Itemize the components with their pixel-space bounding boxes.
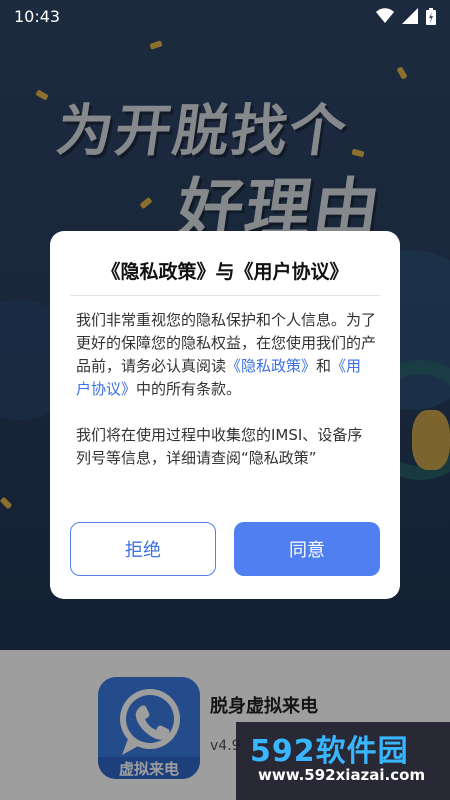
- signal-icon: [402, 8, 418, 24]
- para1-tail: 中的所有条款。: [136, 380, 242, 398]
- dialog-body: 我们非常重视您的隐私保护和个人信息。为了更好的保障您的隐私权益，在您使用我们的产…: [76, 309, 376, 493]
- status-icons: [376, 7, 436, 25]
- status-bar: 10:43: [0, 0, 450, 32]
- status-time: 10:43: [14, 6, 61, 26]
- agree-button[interactable]: 同意: [234, 522, 380, 576]
- privacy-dialog: 《隐私政策》与《用户协议》 我们非常重视您的隐私保护和个人信息。为了更好的保障您…: [50, 231, 400, 599]
- dialog-paragraph-2: 我们将在使用过程中收集您的IMSI、设备序列号等信息，详细请查阅“隐私政策”: [76, 426, 363, 467]
- dialog-paragraph-1: 我们非常重视您的隐私保护和个人信息。为了更好的保障您的隐私权益，在您使用我们的产…: [76, 309, 376, 401]
- wifi-icon: [376, 8, 394, 23]
- dialog-divider: [70, 295, 380, 296]
- dialog-title: 《隐私政策》与《用户协议》: [101, 261, 349, 283]
- watermark-brand: 592软件园: [250, 734, 409, 769]
- reject-button[interactable]: 拒绝: [70, 522, 216, 576]
- privacy-policy-link[interactable]: 《隐私政策》: [226, 357, 316, 375]
- and-text: 和: [316, 357, 332, 375]
- battery-icon: [426, 7, 436, 25]
- watermark-url: www.592xiazai.com: [258, 766, 426, 784]
